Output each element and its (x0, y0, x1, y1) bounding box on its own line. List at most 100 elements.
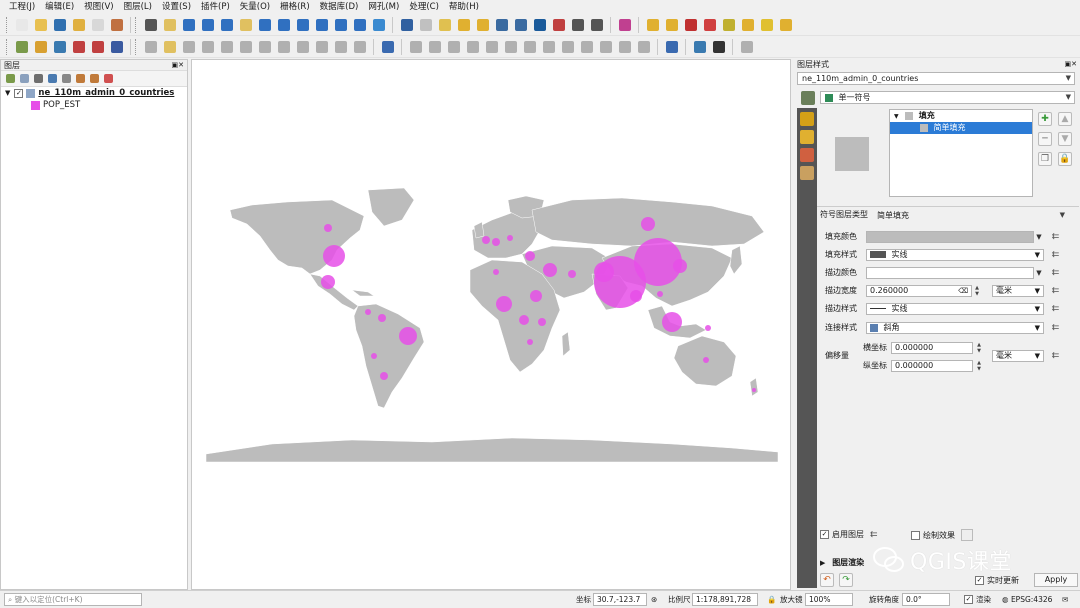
toolbar-tool-icon[interactable] (446, 39, 462, 55)
chevron-down-icon[interactable]: ▼ (1035, 231, 1043, 243)
render-checkbox[interactable]: ✓ (964, 595, 973, 604)
toolbar-tool-icon[interactable] (314, 17, 330, 33)
filter-expression-icon[interactable] (60, 73, 72, 85)
toolbar-tool-icon[interactable] (14, 17, 30, 33)
menu-item-1[interactable]: 编辑(E) (40, 0, 79, 14)
toolbar-tool-icon[interactable] (90, 39, 106, 55)
toolbar-tool-icon[interactable] (551, 17, 567, 33)
menu-item-5[interactable]: 插件(P) (196, 0, 235, 14)
toolbar-tool-icon[interactable] (503, 39, 519, 55)
draw-effects-toggle[interactable]: 绘制效果 (911, 529, 973, 541)
messages-icon[interactable]: ✉ (1062, 594, 1068, 605)
tree-item-simple-fill[interactable]: 简单填充 (890, 122, 1032, 134)
stroke-color-button[interactable] (866, 267, 1034, 279)
toolbar-tool-icon[interactable] (371, 17, 387, 33)
lock-scale-icon[interactable]: 🔒 (767, 594, 776, 605)
toolbar-tool-icon[interactable] (257, 17, 273, 33)
toolbar-tool-icon[interactable] (238, 17, 254, 33)
toolbar-tool-icon[interactable] (352, 39, 368, 55)
toolbar-tool-icon[interactable] (71, 17, 87, 33)
toolbar-grip[interactable] (6, 38, 9, 55)
toolbar-tool-icon[interactable] (522, 39, 538, 55)
toolbar-tool-icon[interactable] (257, 39, 273, 55)
toolbar-tool-icon[interactable] (333, 17, 349, 33)
data-defined-override-icon[interactable]: ⇇ (1049, 267, 1062, 279)
toolbar-tool-icon[interactable] (778, 17, 794, 33)
toolbar-tool-icon[interactable] (739, 39, 755, 55)
live-update-checkbox[interactable]: ✓ (975, 576, 984, 585)
toolbar-tool-icon[interactable] (352, 17, 368, 33)
offset-y-input[interactable]: 0.000000 (891, 360, 973, 372)
coordinate-toggle-icon[interactable]: ⊛ (651, 594, 657, 605)
magnifier-input[interactable]: 100% (805, 593, 853, 606)
toolbar-tool-icon[interactable] (333, 39, 349, 55)
toolbar-tool-icon[interactable] (617, 39, 633, 55)
toolbar-tool-icon[interactable] (380, 39, 396, 55)
duplicate-layer-icon[interactable]: ❐ (1038, 152, 1052, 166)
toolbar-tool-icon[interactable] (437, 17, 453, 33)
spinbox-arrows-icon[interactable]: ▲ ▼ (975, 342, 983, 354)
toolbar-tool-icon[interactable] (219, 17, 235, 33)
toolbar-tool-icon[interactable] (702, 17, 718, 33)
draw-effects-checkbox[interactable] (911, 530, 920, 540)
offset-unit-combo[interactable]: 毫米 ▼ (992, 350, 1044, 362)
toolbar-tool-icon[interactable] (238, 39, 254, 55)
rotation-input[interactable]: 0.0° (902, 593, 950, 606)
panel-float-close-icon[interactable]: ▣✕ (172, 60, 184, 71)
spinbox-arrows-icon[interactable]: ▲ ▼ (975, 360, 983, 372)
toolbar-tool-icon[interactable] (109, 39, 125, 55)
toolbar-tool-icon[interactable] (162, 17, 178, 33)
menu-item-3[interactable]: 图层(L) (119, 0, 157, 14)
toolbar-tool-icon[interactable] (52, 17, 68, 33)
toolbar-tool-icon[interactable] (692, 39, 708, 55)
collapse-all-icon[interactable] (88, 73, 100, 85)
move-down-icon[interactable]: ▼ (1058, 132, 1072, 146)
effects-settings-icon[interactable] (961, 529, 973, 541)
remove-symbol-layer-icon[interactable]: ━ (1038, 132, 1052, 146)
toolbar-tool-icon[interactable] (314, 39, 330, 55)
toolbar-tool-icon[interactable] (721, 17, 737, 33)
toolbar-grip[interactable] (135, 16, 138, 33)
scale-input[interactable]: 1:178,891,728 (692, 593, 758, 606)
toolbar-tool-icon[interactable] (645, 17, 661, 33)
toolbar-tool-icon[interactable] (579, 39, 595, 55)
render-toggle[interactable]: ✓ 渲染 (964, 594, 991, 605)
enable-layer-checkbox[interactable]: ✓ (820, 530, 829, 539)
toolbar-tool-icon[interactable] (532, 17, 548, 33)
panel-float-close-icon[interactable]: ▣✕ (1065, 59, 1077, 70)
menu-item-2[interactable]: 视图(V) (79, 0, 118, 14)
data-defined-override-icon[interactable]: ⇇ (1049, 285, 1062, 297)
toolbar-tool-icon[interactable] (200, 39, 216, 55)
toolbar-tool-icon[interactable] (683, 17, 699, 33)
labels-tab-icon[interactable] (800, 112, 814, 126)
layer-visibility-checkbox[interactable]: ✓ (14, 88, 24, 98)
paintbrush-icon[interactable] (801, 91, 815, 105)
filter-legend-icon[interactable] (46, 73, 58, 85)
add-group-icon[interactable] (18, 73, 30, 85)
menu-item-9[interactable]: 网孔(M) (363, 0, 404, 14)
open-layer-styling-icon[interactable] (4, 73, 16, 85)
toolbar-tool-icon[interactable] (181, 39, 197, 55)
toolbar-tool-icon[interactable] (475, 17, 491, 33)
toolbar-tool-icon[interactable] (295, 39, 311, 55)
stroke-width-unit-combo[interactable]: 毫米 ▼ (992, 285, 1044, 297)
tree-item-fill[interactable]: ▼ 填充 (890, 110, 1032, 122)
spinbox-arrows-icon[interactable]: ▲ ▼ (973, 285, 981, 297)
map-canvas[interactable] (191, 59, 791, 590)
toolbar-tool-icon[interactable] (427, 39, 443, 55)
tree-collapse-icon[interactable]: ▼ (5, 89, 10, 97)
3d-tab-icon[interactable] (800, 130, 814, 144)
toolbar-tool-icon[interactable] (276, 39, 292, 55)
toolbar-tool-icon[interactable] (711, 39, 727, 55)
offset-x-input[interactable]: 0.000000 (891, 342, 973, 354)
toolbar-tool-icon[interactable] (617, 17, 633, 33)
clear-icon[interactable]: ⌫ (958, 286, 968, 296)
join-style-combo[interactable]: 斜角 ▼ (866, 322, 1044, 334)
toolbar-tool-icon[interactable] (408, 39, 424, 55)
remove-layer-icon[interactable] (102, 73, 114, 85)
toolbar-grip[interactable] (135, 38, 138, 55)
locator-search-input[interactable]: ⌕ 键入以定位(Ctrl+K) (4, 593, 142, 606)
toolbar-tool-icon[interactable] (219, 39, 235, 55)
toolbar-tool-icon[interactable] (484, 39, 500, 55)
chevron-down-icon[interactable]: ▼ (1035, 267, 1043, 279)
